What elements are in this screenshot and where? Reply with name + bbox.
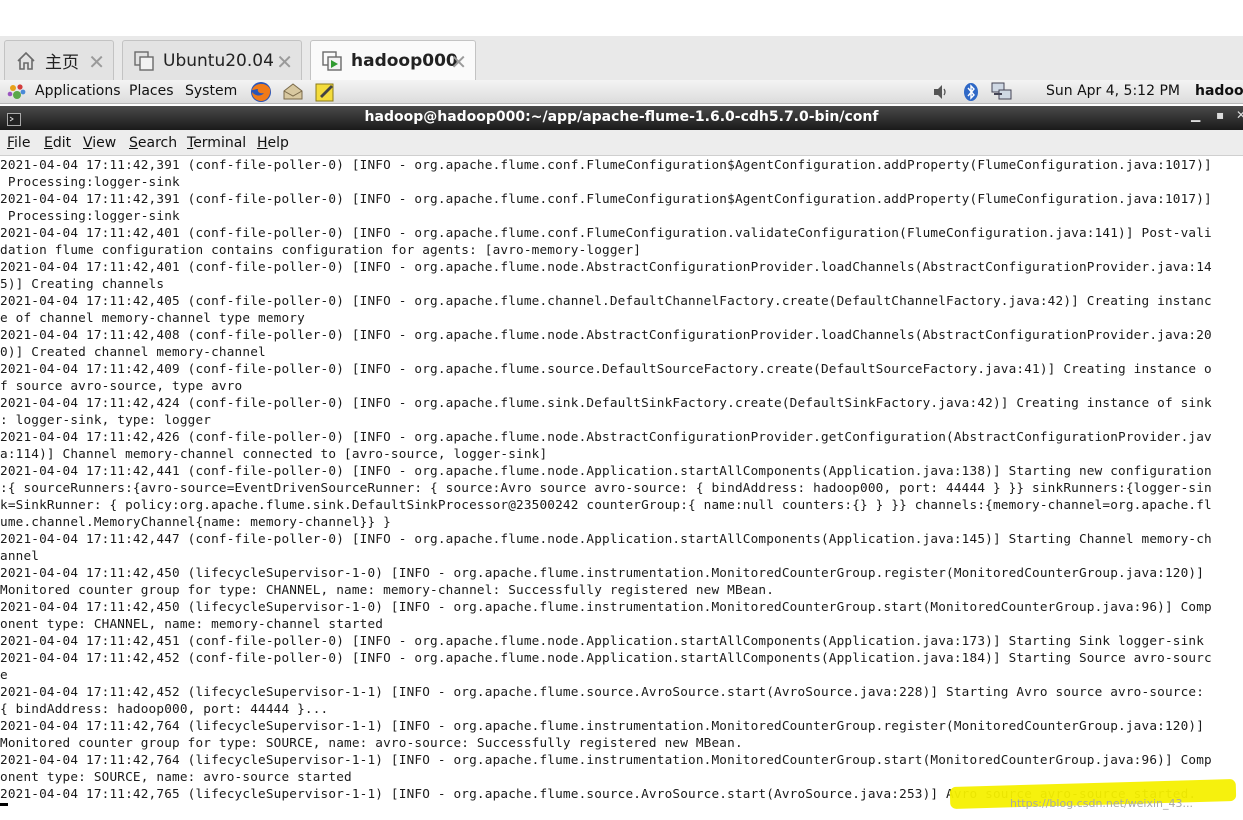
network-icon[interactable] (990, 81, 1014, 107)
menu-help[interactable]: Help (257, 135, 289, 151)
menu-label: dit (52, 135, 72, 151)
applications-menu[interactable]: Applications (35, 83, 121, 99)
terminal-line: 2021-04-04 17:11:42,764 (lifecycleSuperv… (0, 752, 1212, 767)
terminal-line: 2021-04-04 17:11:42,391 (conf-file-polle… (0, 157, 1212, 172)
menu-search[interactable]: Search (129, 135, 177, 151)
firefox-icon[interactable] (249, 80, 273, 108)
terminal-line: 5)] Creating channels (0, 276, 165, 291)
menu-view[interactable]: View (83, 135, 116, 151)
terminal-line: 0)] Created channel memory-channel (0, 344, 266, 359)
window-title: hadoop@hadoop000:~/app/apache-flume-1.6.… (364, 109, 879, 125)
terminal-line: :{ sourceRunners:{avro-source=EventDrive… (0, 480, 1212, 495)
terminal-line: e of channel memory-channel type memory (0, 310, 305, 325)
close-icon[interactable]: ✕ (276, 50, 293, 74)
close-window-button[interactable]: ✕ (1236, 108, 1243, 122)
terminal-line: e (0, 667, 8, 682)
clock[interactable]: Sun Apr 4, 5:12 PM (1046, 83, 1180, 99)
menu-mnemonic: S (129, 135, 138, 151)
mail-icon[interactable] (282, 81, 304, 107)
terminal-line: annel (0, 548, 40, 563)
menu-label: ile (14, 135, 31, 151)
menu-mnemonic: H (257, 135, 268, 151)
menu-label: erminal (193, 135, 247, 151)
terminal-line: 2021-04-04 17:11:42,424 (conf-file-polle… (0, 395, 1212, 410)
terminal-line: f source avro-source, type avro (0, 378, 243, 393)
menu-file[interactable]: File (7, 135, 30, 151)
terminal-line: 2021-04-04 17:11:42,450 (lifecycleSuperv… (0, 565, 1205, 580)
home-icon (11, 46, 41, 76)
vm-tab-strip: 主页 ✕ Ubuntu20.04 ✕ hadoop000 ✕ (0, 36, 1243, 80)
terminal-line: 2021-04-04 17:11:42,401 (conf-file-polle… (0, 259, 1212, 274)
volume-icon[interactable] (932, 83, 950, 105)
notes-icon[interactable] (314, 81, 336, 107)
vm-tab-label: Ubuntu20.04 (163, 50, 274, 71)
terminal-text: 2021-04-04 17:11:42,391 (conf-file-polle… (0, 156, 1243, 802)
terminal-output[interactable]: 2021-04-04 17:11:42,391 (conf-file-polle… (0, 156, 1243, 820)
terminal-line: onent type: SOURCE, name: avro-source st… (0, 769, 352, 784)
terminal-line: Processing:logger-sink (0, 208, 180, 223)
terminal-line: Processing:logger-sink (0, 174, 180, 189)
vm-icon (129, 46, 159, 76)
minimize-button[interactable]: ▁ (1191, 108, 1200, 122)
terminal-line: Monitored counter group for type: SOURCE… (0, 735, 743, 750)
vm-running-icon (317, 46, 347, 76)
menu-label: iew (92, 135, 117, 151)
terminal-line: onent type: CHANNEL, name: memory-channe… (0, 616, 384, 631)
vm-tab-label: 主页 (45, 53, 79, 73)
top-panel: Applications Places System Sun Apr 4, 5:… (0, 80, 1243, 104)
vm-tab-hadoop000[interactable]: hadoop000 ✕ (310, 40, 476, 80)
terminal-line: 2021-04-04 17:11:42,441 (conf-file-polle… (0, 463, 1212, 478)
maximize-button[interactable]: ▪ (1216, 108, 1224, 122)
terminal-line: 2021-04-04 17:11:42,451 (conf-file-polle… (0, 633, 1205, 648)
terminal-cursor (0, 803, 8, 806)
terminal-line: 2021-04-04 17:11:42,405 (conf-file-polle… (0, 293, 1212, 308)
terminal-line: Monitored counter group for type: CHANNE… (0, 582, 775, 597)
menu-label: elp (267, 135, 289, 151)
menu-mnemonic: E (44, 135, 53, 151)
menu-mnemonic: F (7, 135, 15, 151)
terminal-line: dation flume configuration contains conf… (0, 242, 642, 257)
system-menu[interactable]: System (185, 83, 237, 99)
vm-tab-home[interactable]: 主页 ✕ (4, 40, 114, 80)
vm-tab-ubuntu[interactable]: Ubuntu20.04 ✕ (122, 40, 302, 80)
terminal-line: 2021-04-04 17:11:42,447 (conf-file-polle… (0, 531, 1212, 546)
menu-mnemonic: V (83, 135, 93, 151)
terminal-line: 2021-04-04 17:11:42,452 (lifecycleSuperv… (0, 684, 1205, 699)
vm-tab-label: hadoop000 (351, 50, 458, 71)
window-titlebar[interactable]: hadoop@hadoop000:~/app/apache-flume-1.6.… (0, 106, 1243, 130)
places-menu[interactable]: Places (129, 83, 174, 99)
watermark: https://blog.csdn.net/weixin_43... (1010, 797, 1194, 810)
menu-bar: File Edit View Search Terminal Help (0, 130, 1243, 156)
terminal-line: 2021-04-04 17:11:42,426 (conf-file-polle… (0, 429, 1212, 444)
terminal-line: : logger-sink, type: logger (0, 412, 212, 427)
close-icon[interactable]: ✕ (88, 50, 105, 74)
close-icon[interactable]: ✕ (450, 50, 467, 74)
terminal-line: k=SinkRunner: { policy:org.apache.flume.… (0, 497, 1212, 512)
gnome-foot-icon (7, 83, 27, 105)
terminal-line: ume.channel.MemoryChannel{name: memory-c… (0, 514, 391, 529)
terminal-line: { bindAddress: hadoop000, port: 44444 }.… (0, 701, 329, 716)
menu-label: earch (137, 135, 178, 151)
terminal-line: 2021-04-04 17:11:42,408 (conf-file-polle… (0, 327, 1212, 342)
terminal-line: 2021-04-04 17:11:42,391 (conf-file-polle… (0, 191, 1212, 206)
bluetooth-icon[interactable] (963, 82, 979, 106)
terminal-line: 2021-04-04 17:11:42,764 (lifecycleSuperv… (0, 718, 1205, 733)
terminal-line: 2021-04-04 17:11:42,409 (conf-file-polle… (0, 361, 1212, 376)
menu-edit[interactable]: Edit (44, 135, 71, 151)
terminal-line: 2021-04-04 17:11:42,452 (conf-file-polle… (0, 650, 1212, 665)
terminal-line: 2021-04-04 17:11:42,450 (lifecycleSuperv… (0, 599, 1212, 614)
menu-terminal[interactable]: Terminal (187, 135, 246, 151)
terminal-line: a:114)] Channel memory-channel connected… (0, 446, 548, 461)
user-menu[interactable]: hadoop (1195, 83, 1243, 99)
terminal-line: 2021-04-04 17:11:42,401 (conf-file-polle… (0, 225, 1212, 240)
